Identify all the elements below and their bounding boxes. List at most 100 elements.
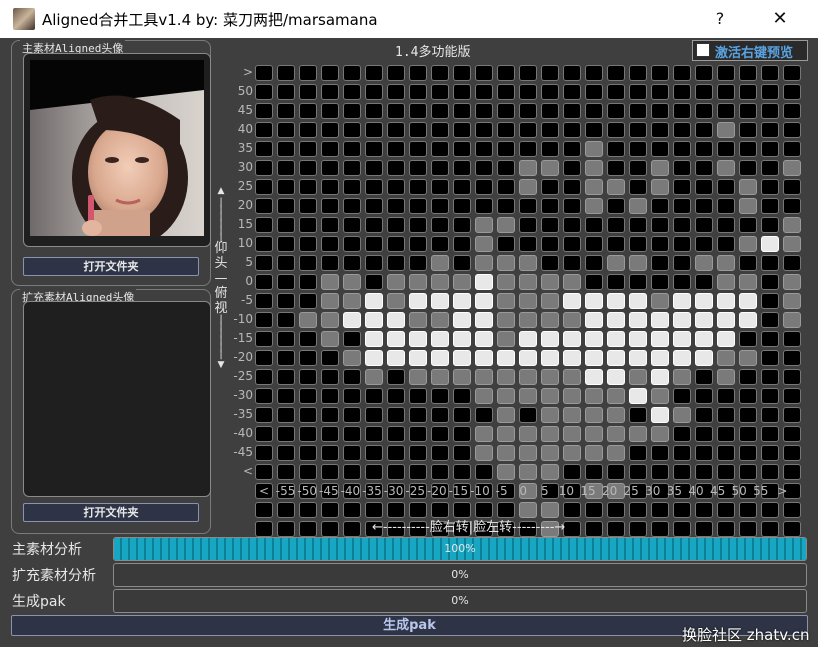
- grid-cell[interactable]: [453, 293, 471, 309]
- grid-cell[interactable]: [717, 350, 735, 366]
- grid-cell[interactable]: [387, 407, 405, 423]
- grid-cell[interactable]: [453, 103, 471, 119]
- grid-cell[interactable]: [453, 407, 471, 423]
- grid-cell[interactable]: [365, 103, 383, 119]
- grid-cell[interactable]: [651, 217, 669, 233]
- grid-cell[interactable]: [299, 502, 317, 518]
- grid-cell[interactable]: [585, 388, 603, 404]
- grid-cell[interactable]: [783, 331, 801, 347]
- grid-cell[interactable]: [453, 65, 471, 81]
- grid-cell[interactable]: [343, 160, 361, 176]
- grid-cell[interactable]: [387, 312, 405, 328]
- grid-cell[interactable]: [497, 179, 515, 195]
- grid-cell[interactable]: [387, 122, 405, 138]
- grid-cell[interactable]: [409, 236, 427, 252]
- grid-cell[interactable]: [783, 255, 801, 271]
- grid-cell[interactable]: [431, 84, 449, 100]
- grid-cell[interactable]: [629, 350, 647, 366]
- grid-cell[interactable]: [695, 65, 713, 81]
- grid-cell[interactable]: [761, 274, 779, 290]
- grid-cell[interactable]: [519, 464, 537, 480]
- grid-cell[interactable]: [497, 160, 515, 176]
- grid-cell[interactable]: [299, 198, 317, 214]
- grid-cell[interactable]: [277, 369, 295, 385]
- grid-cell[interactable]: [277, 217, 295, 233]
- grid-cell[interactable]: [739, 502, 757, 518]
- grid-cell[interactable]: [761, 122, 779, 138]
- grid-cell[interactable]: [409, 445, 427, 461]
- grid-cell[interactable]: [673, 122, 691, 138]
- grid-cell[interactable]: [563, 84, 581, 100]
- grid-cell[interactable]: [519, 350, 537, 366]
- grid-cell[interactable]: [783, 369, 801, 385]
- grid-cell[interactable]: [387, 65, 405, 81]
- grid-cell[interactable]: [387, 445, 405, 461]
- grid-cell[interactable]: [299, 407, 317, 423]
- grid-cell[interactable]: [299, 217, 317, 233]
- grid-cell[interactable]: [629, 255, 647, 271]
- grid-cell[interactable]: [453, 464, 471, 480]
- grid-cell[interactable]: [255, 312, 273, 328]
- grid-cell[interactable]: [541, 198, 559, 214]
- grid-cell[interactable]: [761, 84, 779, 100]
- grid-cell[interactable]: [453, 179, 471, 195]
- grid-cell[interactable]: [365, 274, 383, 290]
- grid-cell[interactable]: [695, 426, 713, 442]
- grid-cell[interactable]: [255, 388, 273, 404]
- grid-cell[interactable]: [519, 445, 537, 461]
- grid-cell[interactable]: [387, 350, 405, 366]
- grid-cell[interactable]: [343, 502, 361, 518]
- grid-cell[interactable]: [651, 331, 669, 347]
- grid-cell[interactable]: [695, 141, 713, 157]
- grid-cell[interactable]: [651, 103, 669, 119]
- grid-cell[interactable]: [277, 502, 295, 518]
- grid-cell[interactable]: [387, 198, 405, 214]
- grid-cell[interactable]: [585, 464, 603, 480]
- grid-cell[interactable]: [299, 160, 317, 176]
- grid-cell[interactable]: [497, 464, 515, 480]
- grid-cell[interactable]: [343, 369, 361, 385]
- grid-cell[interactable]: [299, 236, 317, 252]
- grid-cell[interactable]: [453, 236, 471, 252]
- grid-cell[interactable]: [431, 350, 449, 366]
- grid-cell[interactable]: [277, 274, 295, 290]
- grid-cell[interactable]: [387, 236, 405, 252]
- grid-cell[interactable]: [739, 217, 757, 233]
- grid-cell[interactable]: [387, 274, 405, 290]
- grid-cell[interactable]: [739, 445, 757, 461]
- grid-cell[interactable]: [431, 312, 449, 328]
- grid-cell[interactable]: [673, 179, 691, 195]
- grid-cell[interactable]: [629, 407, 647, 423]
- grid-cell[interactable]: [585, 84, 603, 100]
- grid-cell[interactable]: [387, 103, 405, 119]
- grid-cell[interactable]: [651, 65, 669, 81]
- grid-cell[interactable]: [563, 179, 581, 195]
- grid-cell[interactable]: [541, 388, 559, 404]
- grid-cell[interactable]: [585, 350, 603, 366]
- grid-cell[interactable]: [431, 65, 449, 81]
- grid-cell[interactable]: [585, 331, 603, 347]
- grid-cell[interactable]: [409, 141, 427, 157]
- grid-cell[interactable]: [673, 84, 691, 100]
- grid-cell[interactable]: [475, 407, 493, 423]
- grid-cell[interactable]: [695, 179, 713, 195]
- grid-cell[interactable]: [607, 122, 625, 138]
- grid-cell[interactable]: [607, 331, 625, 347]
- grid-cell[interactable]: [695, 198, 713, 214]
- grid-cell[interactable]: [563, 255, 581, 271]
- grid-cell[interactable]: [585, 236, 603, 252]
- grid-cell[interactable]: [585, 445, 603, 461]
- grid-cell[interactable]: [475, 103, 493, 119]
- grid-cell[interactable]: [277, 331, 295, 347]
- grid-cell[interactable]: [651, 236, 669, 252]
- grid-cell[interactable]: [783, 141, 801, 157]
- grid-cell[interactable]: [607, 445, 625, 461]
- grid-cell[interactable]: [475, 464, 493, 480]
- grid-cell[interactable]: [453, 141, 471, 157]
- grid-cell[interactable]: [453, 255, 471, 271]
- grid-cell[interactable]: [497, 122, 515, 138]
- grid-cell[interactable]: [409, 350, 427, 366]
- grid-cell[interactable]: [717, 255, 735, 271]
- grid-cell[interactable]: [651, 388, 669, 404]
- grid-cell[interactable]: [695, 521, 713, 537]
